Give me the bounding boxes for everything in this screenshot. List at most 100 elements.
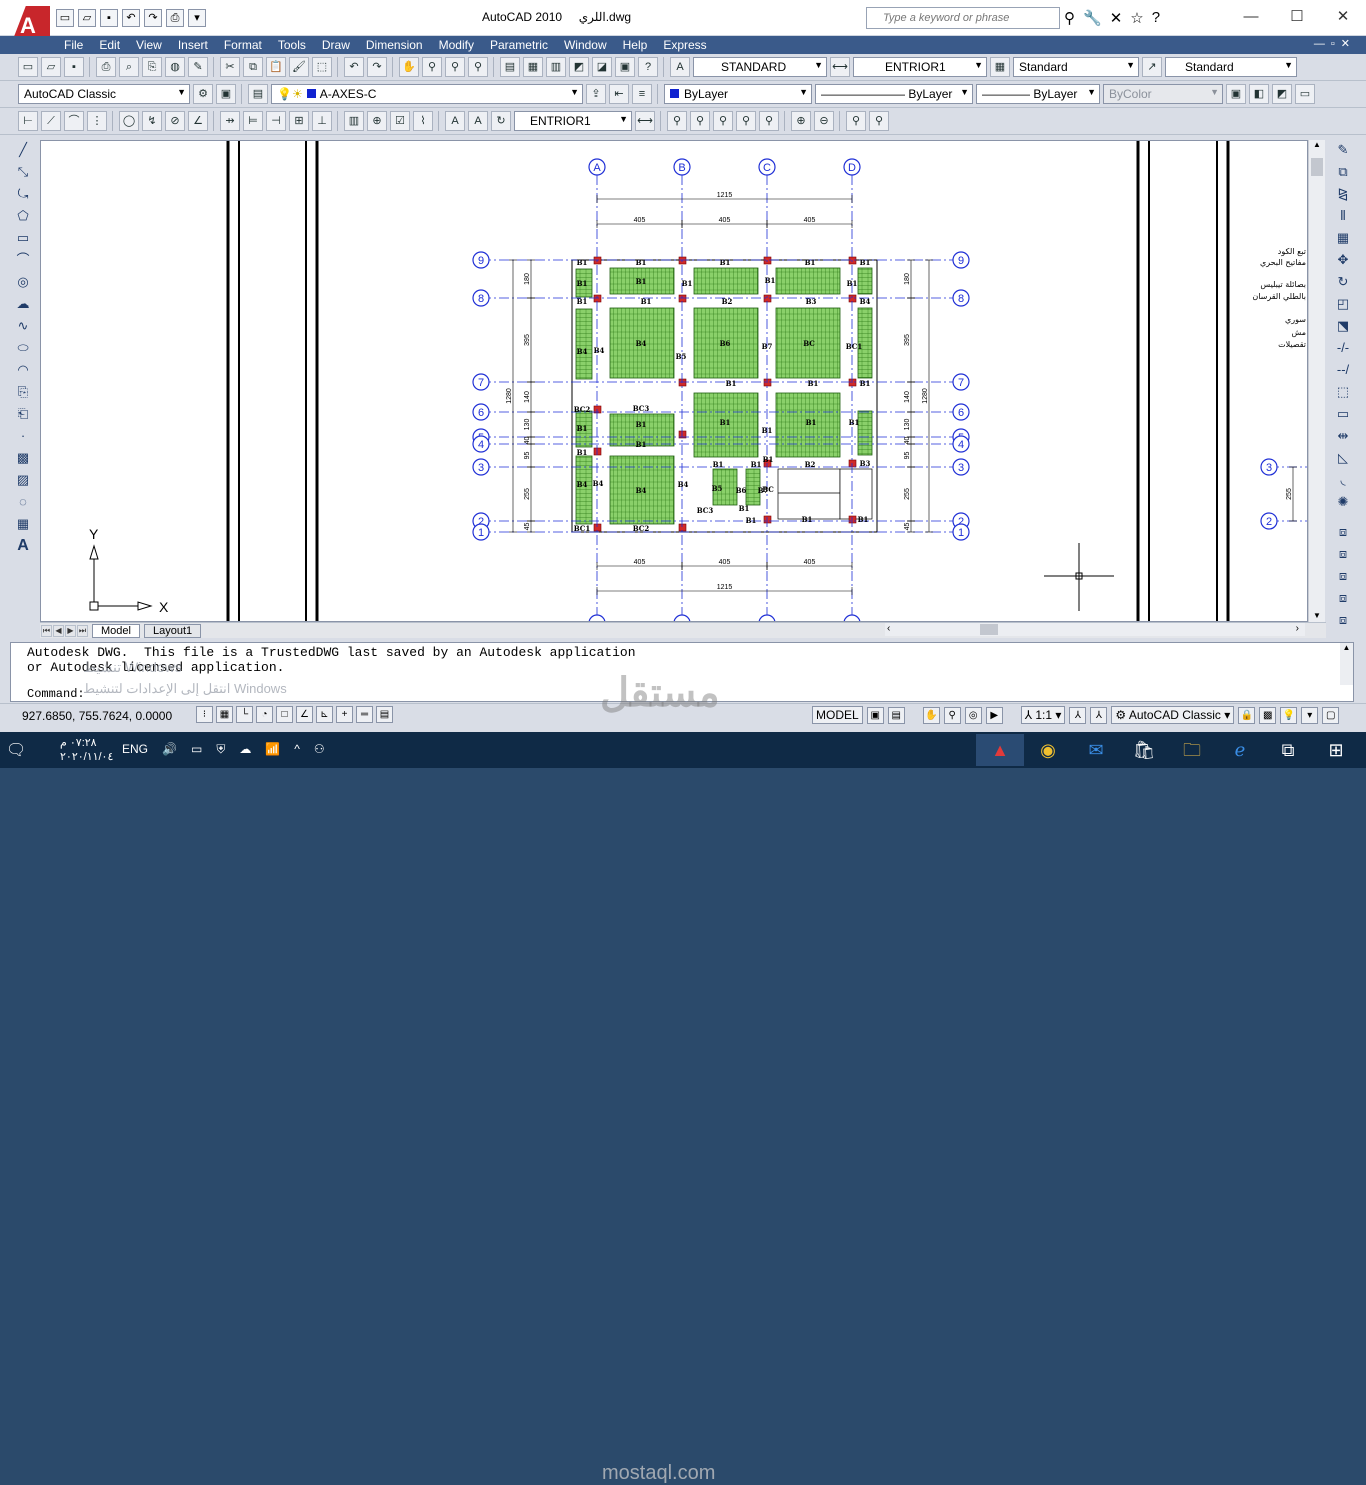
line-icon[interactable]: ╱ <box>12 140 34 160</box>
auto-scale-icon[interactable]: ⅄ <box>1090 706 1108 724</box>
zoom-scale-icon[interactable]: ⚲ <box>713 111 733 131</box>
polyline-icon[interactable]: ⤿ <box>12 184 34 204</box>
chrome-taskbar-icon[interactable]: ◉ <box>1024 734 1072 766</box>
isolate-objects-icon[interactable]: 💡 <box>1280 706 1298 724</box>
wifi-icon[interactable]: 📶 <box>265 742 280 757</box>
chamfer-icon[interactable]: ◺ <box>1332 448 1354 468</box>
save-icon[interactable]: ▪ <box>100 9 118 27</box>
subscription-icon[interactable]: 🔧 <box>1083 9 1102 27</box>
tab-layout1[interactable]: Layout1 <box>143 623 202 638</box>
trim-icon[interactable]: -/- <box>1332 338 1354 358</box>
layout-icon[interactable]: ◧ <box>1249 84 1269 104</box>
battery-icon[interactable]: ▭ <box>191 742 202 757</box>
dim-style-select-2[interactable]: ENTRIOR1 ▼ <box>514 111 632 131</box>
onedrive-icon[interactable]: ☁ <box>239 742 251 757</box>
minimize-button[interactable]: — <box>1228 0 1274 34</box>
arc-length-icon[interactable]: ⌒ <box>64 111 84 131</box>
text-style-select[interactable]: STANDARD ▼ <box>693 57 827 77</box>
quick-view-drawings-icon[interactable]: ▤ <box>887 706 905 724</box>
block-editor-icon[interactable]: ⬚ <box>312 57 332 77</box>
send-under-icon[interactable]: ⧈ <box>1332 610 1354 630</box>
menu-format[interactable]: Format <box>216 36 270 54</box>
binoculars-icon[interactable]: ⚲ <box>1064 9 1075 27</box>
menu-file[interactable]: File <box>56 36 91 54</box>
floor-plan-svg[interactable]: ABCD998877665544332211121540540540540540… <box>41 141 1308 622</box>
annotation-scale-select[interactable]: ⅄ 1:1 ▾ <box>1020 706 1066 724</box>
make-block-icon[interactable]: ⎗ <box>12 404 34 424</box>
snap-toggle[interactable]: ⁝ <box>196 706 213 723</box>
autocad-taskbar-icon[interactable]: ▲ <box>976 734 1024 766</box>
bring-above-icon[interactable]: ⧈ <box>1332 588 1354 608</box>
menu-draw[interactable]: Draw <box>314 36 358 54</box>
move-icon[interactable]: ✥ <box>1332 250 1354 270</box>
annotation-visibility-icon[interactable]: ⅄ <box>1069 706 1087 724</box>
qat-dropdown-icon[interactable]: ▾ <box>188 9 206 27</box>
first-tab-icon[interactable]: ⏮ <box>41 624 52 637</box>
ordinate-dim-icon[interactable]: ⋮ <box>87 111 107 131</box>
close-button[interactable]: ✕ <box>1320 0 1366 34</box>
linetype-select[interactable]: ——————— ByLayer ▼ <box>815 84 973 104</box>
send-to-back-icon[interactable]: ⧈ <box>1332 566 1354 586</box>
region-icon[interactable]: ◌ <box>12 492 34 512</box>
language-indicator[interactable]: ENG <box>122 742 148 757</box>
angular-dim-icon[interactable]: ∠ <box>188 111 208 131</box>
match-properties-icon[interactable]: 🖌 <box>289 57 309 77</box>
mleader-style-icon[interactable]: ↗ <box>1142 57 1162 77</box>
hatch-icon[interactable]: ▩ <box>12 448 34 468</box>
mirror-icon[interactable]: ⧎ <box>1332 184 1354 204</box>
steering-wheel-icon[interactable]: ◎ <box>964 706 982 724</box>
cursor-coordinates[interactable]: 927.6850, 755.7624, 0.0000 <box>22 709 172 723</box>
join-icon[interactable]: ⇹ <box>1332 426 1354 446</box>
diameter-dim-icon[interactable]: ⊘ <box>165 111 185 131</box>
zoom-realtime-icon[interactable]: ⚲ <box>422 57 442 77</box>
viewport-icon[interactable]: ◩ <box>1272 84 1292 104</box>
help-icon[interactable]: ? <box>638 57 658 77</box>
pan-icon[interactable]: ✋ <box>399 57 419 77</box>
erase-icon[interactable]: ✎ <box>1332 140 1354 160</box>
quickcalc-icon[interactable]: ▣ <box>615 57 635 77</box>
file-explorer-taskbar-icon[interactable]: 🗀 <box>1168 734 1216 766</box>
bring-to-front-icon[interactable]: ⧈ <box>1332 544 1354 564</box>
continue-dim-icon[interactable]: ⊣ <box>266 111 286 131</box>
qp-toggle[interactable]: ▤ <box>376 706 393 723</box>
zoom-extents-icon[interactable]: ⚲ <box>869 111 889 131</box>
lineweight-toggle[interactable]: ═ <box>356 706 373 723</box>
design-center-icon[interactable]: ▦ <box>523 57 543 77</box>
layer-select[interactable]: 💡☀ A-AXES-C ▼ <box>271 84 583 104</box>
mleader-style-select[interactable]: Standard ▼ <box>1165 57 1297 77</box>
qnew-icon[interactable]: ▭ <box>18 57 38 77</box>
store-taskbar-icon[interactable]: 🛍 <box>1120 734 1168 766</box>
text-style-icon[interactable]: A <box>670 57 690 77</box>
plotstyle-select[interactable]: ByColor ▼ <box>1103 84 1223 104</box>
help-search-input[interactable]: Type a keyword or phrase <box>866 7 1060 29</box>
menu-dimension[interactable]: Dimension <box>358 36 431 54</box>
menu-window[interactable]: Window <box>556 36 615 54</box>
jogged-linear-icon[interactable]: ⌇ <box>413 111 433 131</box>
paste-icon[interactable]: 📋 <box>266 57 286 77</box>
aligned-dim-icon[interactable]: ⟋ <box>41 111 61 131</box>
rotate-icon[interactable]: ↻ <box>1332 272 1354 292</box>
vertical-scrollbar[interactable]: ▲ ▼ <box>1308 140 1325 622</box>
gradient-icon[interactable]: ▨ <box>12 470 34 490</box>
drawing-canvas[interactable]: ABCD998877665544332211121540540540540540… <box>40 140 1308 622</box>
hscroll-thumb[interactable] <box>980 624 998 635</box>
explode-icon[interactable]: ✺ <box>1332 492 1354 512</box>
scroll-up-icon[interactable]: ▲ <box>1309 140 1325 149</box>
array-icon[interactable]: ▦ <box>1332 228 1354 248</box>
volume-icon[interactable]: 🔊 <box>162 742 177 757</box>
menu-help[interactable]: Help <box>615 36 656 54</box>
command-prompt[interactable]: Command: <box>27 687 85 701</box>
linear-dim-icon[interactable]: ⊢ <box>18 111 38 131</box>
horizontal-scrollbar[interactable]: ‹ › <box>885 623 1305 636</box>
arc-icon[interactable]: ⌒ <box>12 250 34 270</box>
layer-properties-icon[interactable]: ▤ <box>248 84 268 104</box>
menu-parametric[interactable]: Parametric <box>482 36 556 54</box>
zoom-center-icon[interactable]: ⚲ <box>736 111 756 131</box>
scroll-left-icon[interactable]: ‹ <box>887 623 890 634</box>
draw-order-icon[interactable]: ⧈ <box>1332 522 1354 542</box>
clean-screen-icon[interactable]: ▢ <box>1322 706 1340 724</box>
point-icon[interactable]: · <box>12 426 34 446</box>
dim-style-icon[interactable]: ⟷ <box>830 57 850 77</box>
zoom-out-icon[interactable]: ⊖ <box>814 111 834 131</box>
communication-icon[interactable]: ✕ <box>1110 9 1123 27</box>
